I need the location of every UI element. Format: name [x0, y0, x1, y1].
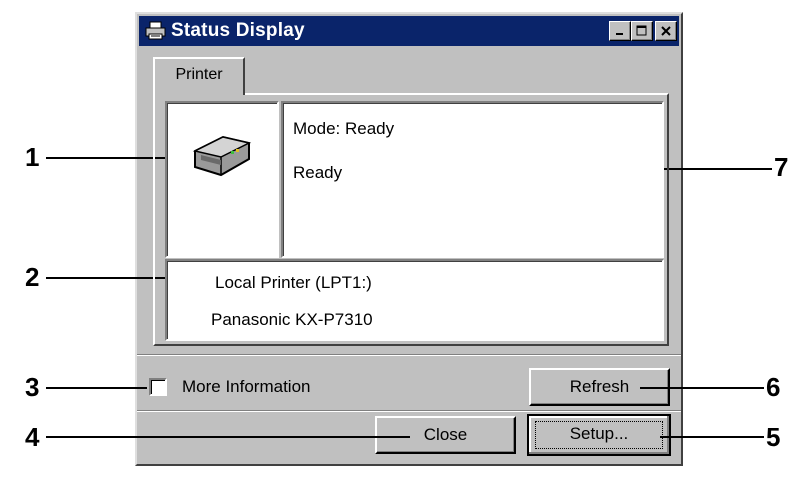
close-icon	[661, 26, 671, 36]
window-title: Status Display	[171, 20, 305, 41]
setup-button[interactable]: Setup...	[527, 414, 671, 456]
close-window-button[interactable]	[655, 21, 677, 41]
callout-line-5	[660, 436, 764, 438]
printer-icon	[192, 135, 252, 177]
tab-printer-label: Printer	[175, 66, 223, 83]
close-button[interactable]: Close	[375, 416, 516, 454]
callout-4: 4	[25, 422, 40, 452]
minimize-icon	[616, 33, 623, 35]
callout-1: 1	[25, 142, 40, 172]
callout-5: 5	[766, 422, 781, 452]
printer-model-text: Panasonic KX-P7310	[211, 310, 373, 329]
title-bar[interactable]: Status Display	[139, 16, 679, 46]
separator-top	[137, 354, 681, 356]
maximize-button[interactable]	[631, 21, 653, 41]
status-message-box: Mode: Ready Ready	[281, 101, 664, 258]
printer-icon	[145, 21, 166, 40]
mode-text: Mode: Ready	[293, 119, 395, 138]
printer-picture-box	[165, 101, 279, 258]
printer-port-text: Local Printer (LPT1:)	[215, 273, 372, 292]
minimize-button[interactable]	[609, 21, 631, 41]
callout-3: 3	[25, 372, 40, 402]
callout-line-4	[46, 436, 410, 438]
callout-7: 7	[774, 152, 789, 182]
more-information-label[interactable]: More Information	[182, 377, 311, 397]
more-information-checkbox[interactable]	[149, 378, 167, 396]
callout-line-6	[640, 387, 764, 389]
callout-line-3	[46, 387, 147, 389]
callout-6: 6	[766, 372, 781, 402]
maximize-icon	[636, 25, 647, 36]
callout-2: 2	[25, 262, 40, 292]
close-button-label: Close	[423, 425, 468, 444]
tab-printer[interactable]: Printer	[153, 57, 245, 95]
focus-ring	[535, 421, 663, 449]
printer-info-box: Local Printer (LPT1:) Panasonic KX-P7310	[165, 259, 664, 341]
refresh-button-label: Refresh	[569, 377, 630, 396]
status-text: Ready	[293, 163, 343, 182]
separator-bottom	[137, 410, 681, 412]
